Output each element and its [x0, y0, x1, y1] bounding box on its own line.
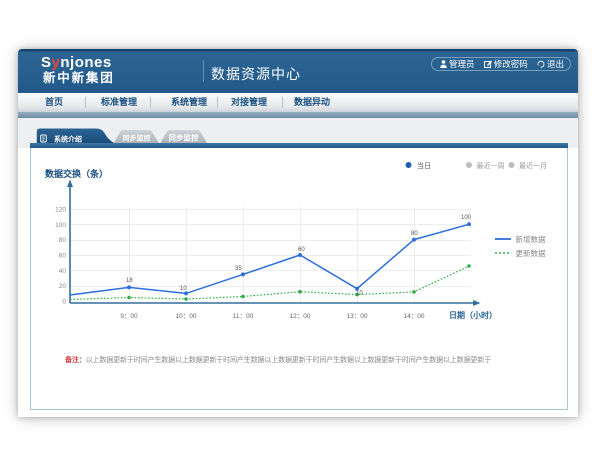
svg-text:新增数据: 新增数据 — [516, 234, 546, 244]
svg-text:更新数据: 更新数据 — [516, 248, 546, 258]
svg-text:35: 35 — [235, 266, 242, 272]
svg-text:80: 80 — [59, 237, 67, 244]
svg-text:0: 0 — [62, 299, 66, 306]
svg-text:100: 100 — [55, 222, 66, 229]
svg-text:最近一周: 最近一周 — [477, 161, 505, 170]
svg-text:40: 40 — [59, 268, 67, 275]
svg-text:同步监控: 同步监控 — [169, 133, 199, 143]
svg-text:13：00: 13：00 — [347, 313, 368, 320]
svg-text:数据交换（条）: 数据交换（条） — [45, 168, 108, 179]
svg-text:同步监控: 同步监控 — [123, 134, 151, 143]
svg-text:120: 120 — [55, 206, 66, 213]
svg-text:日期（小时）: 日期（小时） — [449, 310, 497, 320]
svg-text:60: 60 — [59, 253, 67, 260]
svg-text:20: 20 — [59, 283, 67, 290]
svg-text:最近一月: 最近一月 — [519, 161, 547, 170]
svg-text:11：00: 11：00 — [233, 313, 254, 320]
svg-text:10: 10 — [356, 291, 363, 297]
svg-text:18: 18 — [126, 278, 133, 284]
svg-text:10: 10 — [180, 286, 187, 292]
svg-text:系统介绍: 系统介绍 — [54, 134, 82, 143]
svg-text:60: 60 — [298, 247, 305, 253]
svg-text:80: 80 — [411, 231, 418, 237]
svg-text:当日: 当日 — [417, 161, 431, 170]
svg-text:12：00: 12：00 — [290, 313, 311, 320]
svg-text:10：00: 10：00 — [176, 313, 197, 320]
svg-text:14：00: 14：00 — [404, 313, 425, 320]
svg-text:100: 100 — [461, 215, 472, 221]
svg-text:9：00: 9：00 — [120, 313, 138, 320]
